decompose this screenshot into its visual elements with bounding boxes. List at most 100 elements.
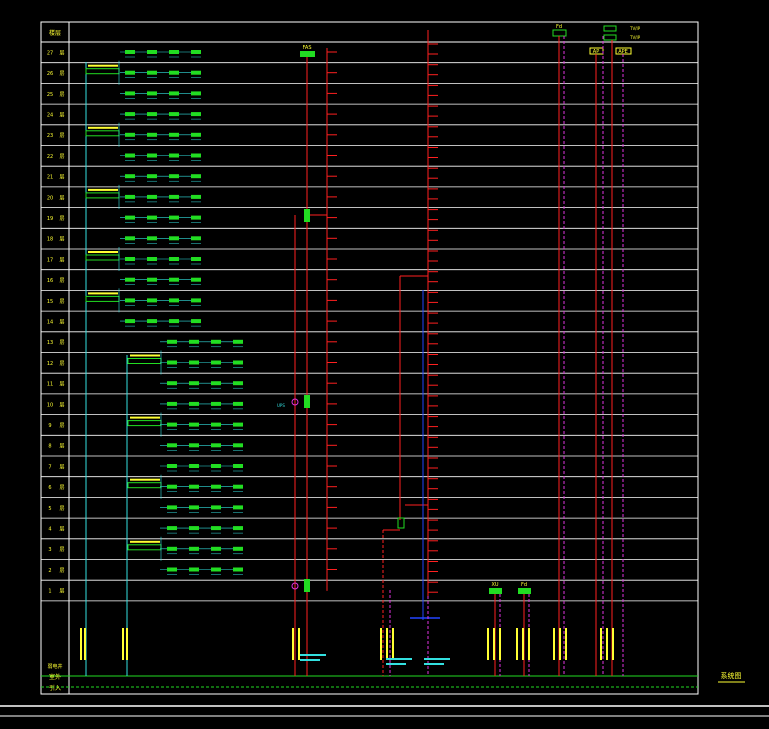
outlet-box [169, 319, 179, 324]
floor-unit: 层 [59, 175, 64, 181]
outlet-box [147, 70, 157, 75]
canvas-background [0, 0, 769, 729]
floor-number: 6 [48, 485, 51, 491]
floor-number: 16 [47, 278, 53, 284]
outlet-box [125, 277, 135, 282]
panel-header [88, 292, 118, 295]
vertical-note [612, 628, 614, 660]
outlet-box [211, 484, 221, 489]
floor-number: 25 [47, 92, 53, 98]
outlet-box [189, 526, 199, 531]
floor-number: 8 [48, 444, 51, 450]
panel-header [130, 354, 160, 357]
outlet-box [189, 546, 199, 551]
floor-unit: 层 [59, 237, 64, 243]
outlet-box [167, 360, 177, 365]
floor-unit: 层 [59, 526, 64, 532]
outlet-box [191, 257, 201, 261]
outlet-box [211, 505, 221, 510]
tvip-label-a: TV/IP [629, 26, 641, 31]
floor-number: 2 [48, 568, 51, 574]
floor-number: 27 [47, 50, 53, 56]
vertical-note [565, 628, 567, 660]
bottom-label: 室外 [49, 673, 61, 681]
panel-header [130, 540, 160, 543]
outlet-box [169, 153, 179, 158]
floor-unit: 层 [59, 340, 64, 346]
outlet-box [191, 236, 201, 241]
outlet-box [167, 526, 177, 531]
floor-number: 9 [48, 423, 51, 429]
outlet-box [167, 443, 177, 448]
outlet-box [147, 112, 157, 117]
vertical-note [298, 628, 300, 660]
xu-box [489, 588, 502, 594]
outlet-box [169, 50, 179, 54]
outlet-box [147, 215, 157, 220]
floor-number: 5 [48, 506, 51, 512]
outlet-box [189, 484, 199, 489]
fd-label: Fd [556, 24, 562, 30]
outlet-box [125, 194, 135, 199]
horizontal-note [300, 659, 320, 661]
outlet-box [167, 484, 177, 489]
outlet-box [191, 112, 201, 117]
floor-number: 11 [47, 382, 53, 388]
vertical-note [80, 628, 82, 660]
outlet-box [147, 50, 157, 54]
drawing-title: 系统图 [721, 671, 742, 680]
outlet-box [233, 464, 243, 468]
panel-header [88, 251, 118, 253]
floor-number: 12 [47, 361, 53, 367]
header-label: 楼层 [49, 29, 61, 37]
horizontal-note [300, 654, 326, 656]
floor-number: 7 [48, 464, 51, 470]
floor-number: 19 [47, 216, 53, 222]
outlet-box [191, 50, 201, 54]
outlet-box [233, 526, 243, 531]
floor-number: 24 [47, 112, 53, 118]
floor-unit: 层 [59, 299, 64, 305]
floor-unit: 层 [59, 444, 64, 450]
outlet-box [211, 443, 221, 448]
outlet-box [147, 194, 157, 199]
outlet-box [125, 236, 135, 241]
outlet-box [169, 174, 179, 179]
outlet-box [147, 236, 157, 241]
vertical-note [499, 628, 501, 660]
outlet-box [169, 257, 179, 261]
outlet-box [211, 464, 221, 468]
floor-number: 17 [47, 257, 53, 263]
outlet-box [189, 381, 199, 386]
outlet-box [169, 194, 179, 199]
outlet-box [125, 298, 135, 303]
legend-label: 弱电井 [47, 663, 62, 670]
outlet-box [125, 132, 135, 137]
vertical-note [493, 628, 495, 660]
vertical-note [553, 628, 555, 660]
outlet-box [233, 401, 243, 406]
vertical-note [292, 628, 294, 660]
floor-unit: 层 [59, 485, 64, 491]
outlet-box [147, 298, 157, 303]
vertical-note [516, 628, 518, 660]
outlet-box [169, 91, 179, 96]
outlet-box [211, 339, 221, 344]
outlet-box [233, 360, 243, 365]
outlet-box [169, 215, 179, 220]
meter-box [304, 209, 310, 222]
outlet-box [147, 132, 157, 137]
outlet-box [125, 319, 135, 324]
floor-unit: 层 [59, 547, 64, 553]
outlet-box [147, 277, 157, 282]
floor-unit: 层 [59, 278, 64, 284]
floor-unit: 层 [59, 423, 64, 429]
panel-header [88, 64, 118, 67]
floor-number: 14 [47, 319, 53, 325]
horizontal-note [424, 663, 444, 665]
outlet-box [189, 505, 199, 510]
meter-box [304, 579, 310, 592]
outlet-box [147, 153, 157, 158]
vertical-note [559, 628, 561, 660]
floor-number: 10 [47, 402, 53, 408]
